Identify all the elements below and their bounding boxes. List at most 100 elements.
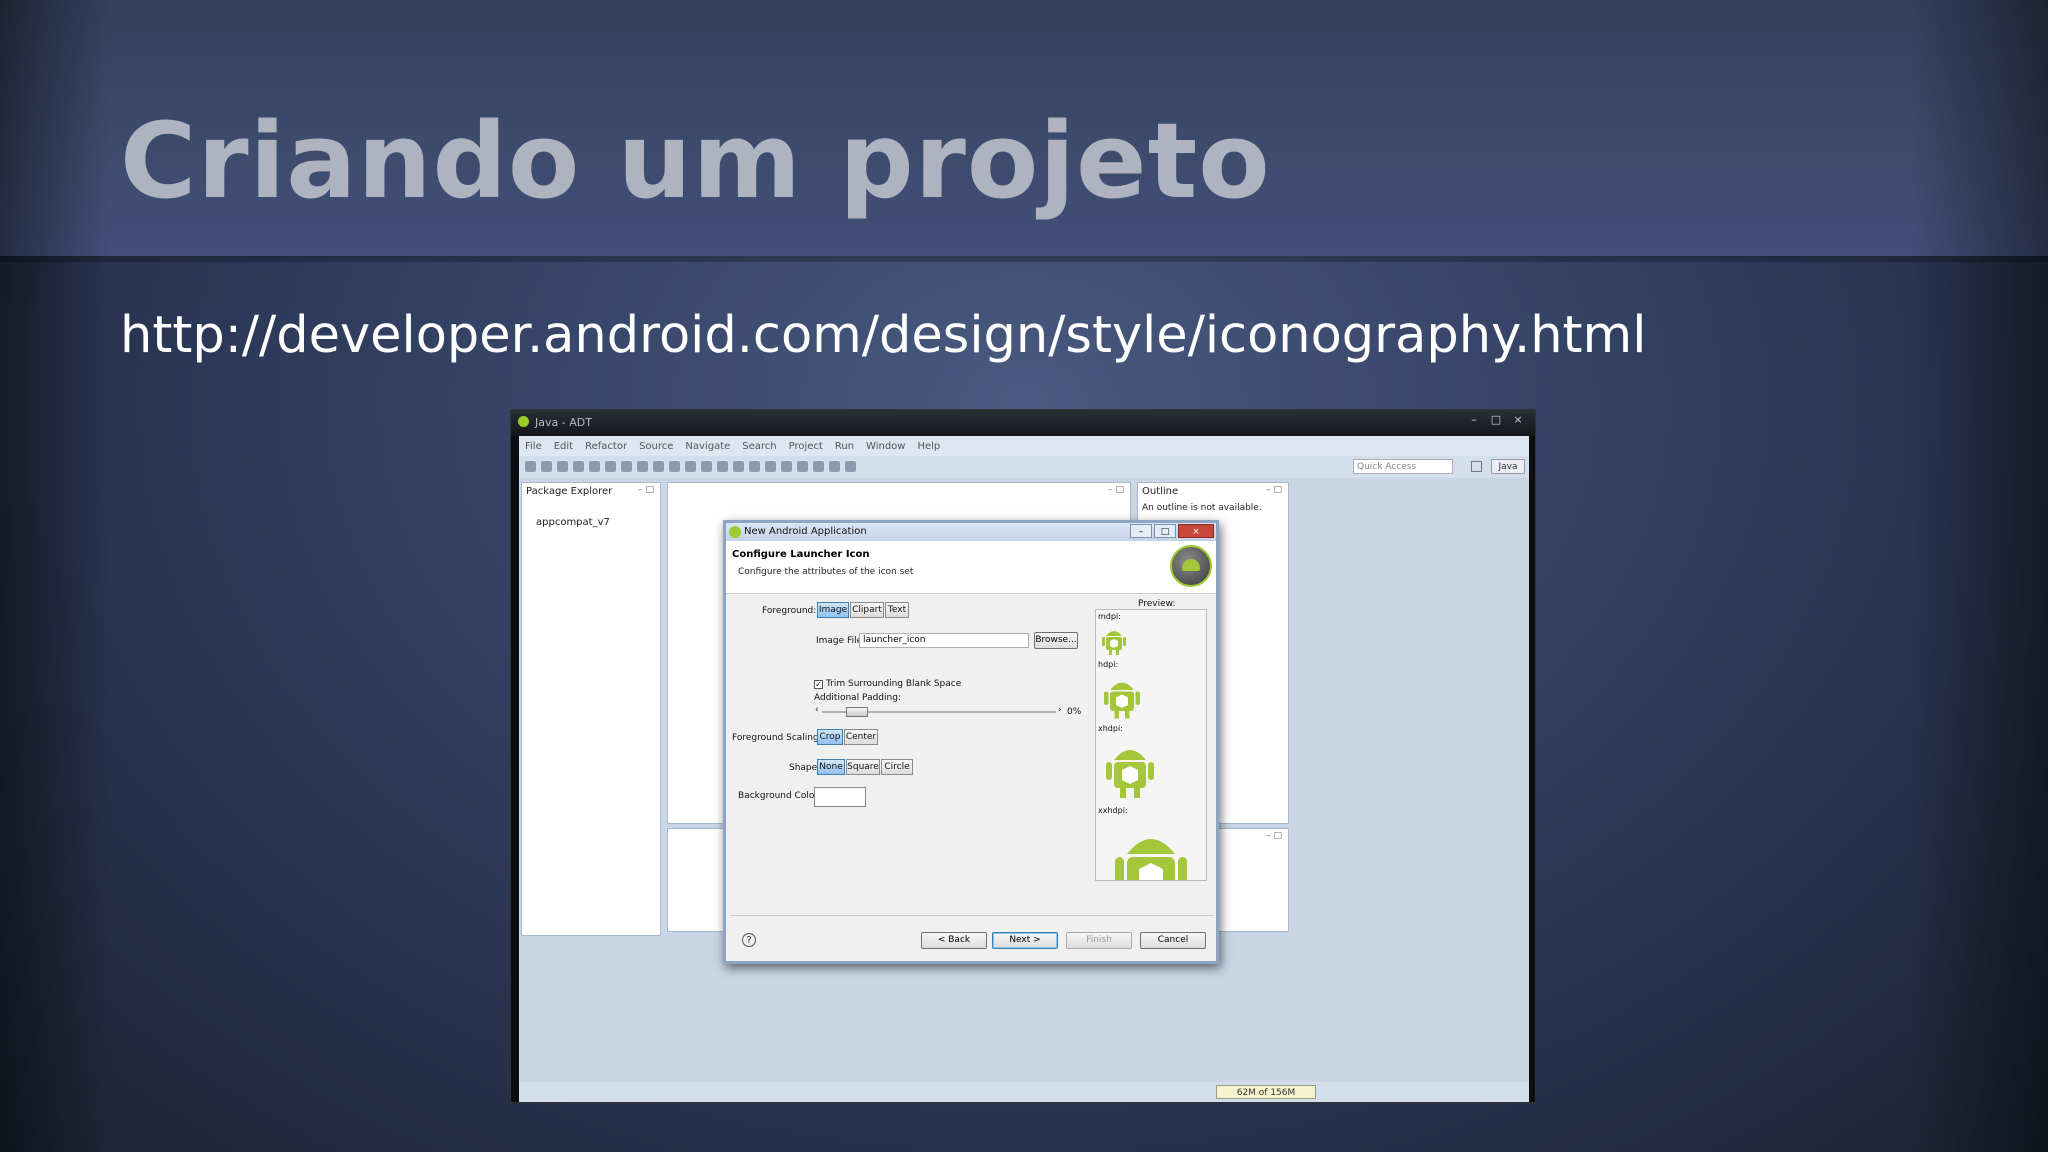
menu-refactor[interactable]: Refactor — [585, 441, 627, 452]
finish-button[interactable]: Finish — [1066, 932, 1132, 949]
browse-button[interactable]: Browse... — [1034, 632, 1078, 649]
density-hdpi-label: hdpi: — [1098, 660, 1119, 669]
left-shade — [0, 0, 110, 1152]
menu-edit[interactable]: Edit — [554, 441, 573, 452]
outline-controls[interactable]: – □ — [1266, 485, 1282, 495]
lint-icon[interactable] — [653, 461, 664, 472]
slider-left-arrow[interactable]: ‹ — [815, 705, 819, 715]
menu-help[interactable]: Help — [917, 441, 940, 452]
debug-icon[interactable] — [685, 461, 696, 472]
external-tools-icon[interactable] — [717, 461, 728, 472]
toolbar-icons — [525, 461, 856, 472]
preview-label: Preview: — [1138, 599, 1176, 609]
adt-icon — [518, 416, 529, 427]
print-icon[interactable] — [573, 461, 584, 472]
outline-tab[interactable]: Outline — [1142, 486, 1178, 497]
new-icon[interactable] — [525, 461, 536, 472]
menu-window[interactable]: Window — [866, 441, 905, 452]
shape-square-toggle[interactable]: Square — [846, 759, 880, 775]
bg-color-swatch[interactable] — [814, 787, 866, 807]
dialog-header-title: Configure Launcher Icon — [732, 549, 870, 560]
package-explorer-tab[interactable]: Package Explorer — [526, 486, 612, 497]
run-icon[interactable] — [701, 461, 712, 472]
avd-manager-icon[interactable] — [637, 461, 648, 472]
android-icon-xxhdpi — [1115, 839, 1187, 880]
tree-item-appcompat[interactable]: appcompat_v7 — [536, 517, 610, 528]
back-button[interactable]: < Back — [921, 932, 987, 949]
image-file-input[interactable]: launcher_icon — [859, 633, 1029, 648]
download-icon[interactable] — [605, 461, 616, 472]
heap-status[interactable]: 62M of 156M — [1216, 1085, 1316, 1099]
search-icon[interactable] — [669, 461, 680, 472]
scaling-crop-toggle[interactable]: Crop — [817, 729, 843, 745]
bg-color-label: Background Color: — [738, 791, 821, 801]
menu-source[interactable]: Source — [639, 441, 673, 452]
android-icon-mdpi — [1102, 631, 1126, 655]
pin-icon[interactable] — [845, 461, 856, 472]
menu-run[interactable]: Run — [835, 441, 854, 452]
menubar: File Edit Refactor Source Navigate Searc… — [519, 436, 1529, 456]
close-button[interactable]: × — [1509, 413, 1527, 427]
new-android-application-dialog: New Android Application – □ × Configure … — [723, 520, 1219, 964]
forward-nav-icon[interactable] — [829, 461, 840, 472]
slider-right-arrow[interactable]: › — [1058, 705, 1062, 715]
maximize-button[interactable]: □ — [1487, 413, 1505, 427]
window-titlebar: Java - ADT – □ × — [511, 410, 1535, 436]
java-perspective-button[interactable]: Java — [1491, 459, 1525, 474]
annotation-icon[interactable] — [797, 461, 808, 472]
menu-project[interactable]: Project — [789, 441, 823, 452]
back-nav-icon[interactable] — [813, 461, 824, 472]
open-type-icon[interactable] — [765, 461, 776, 472]
package-explorer-panel: Package Explorer – □ appcompat_v7 — [521, 482, 661, 936]
icon-preview-panel: mdpi: hdpi: xhdpi: xxhdpi: — [1095, 609, 1207, 881]
trim-checkbox[interactable]: ✓ — [814, 680, 823, 689]
dialog-titlebar: New Android Application – □ × — [726, 523, 1216, 541]
density-mdpi-label: mdpi: — [1098, 612, 1121, 621]
right-shade — [1908, 0, 2048, 1152]
next-button[interactable]: Next > — [992, 932, 1058, 949]
dialog-minimize-button[interactable]: – — [1130, 524, 1152, 538]
new-class-icon[interactable] — [749, 461, 760, 472]
android-logo-icon — [1170, 545, 1212, 587]
density-xhdpi-label: xhdpi: — [1098, 724, 1123, 733]
menu-navigate[interactable]: Navigate — [685, 441, 730, 452]
save-icon[interactable] — [541, 461, 552, 472]
foreground-text-toggle[interactable]: Text — [885, 602, 909, 618]
foreground-label: Foreground: — [762, 606, 817, 616]
shape-circle-toggle[interactable]: Circle — [881, 759, 913, 775]
save-all-icon[interactable] — [557, 461, 568, 472]
dialog-close-button[interactable]: × — [1178, 524, 1214, 538]
image-file-label: Image File: — [816, 636, 866, 646]
minimize-button[interactable]: – — [1465, 413, 1483, 427]
scaling-center-toggle[interactable]: Center — [844, 729, 878, 745]
console-controls[interactable]: – □ — [1266, 831, 1282, 841]
editor-controls[interactable]: – □ — [1108, 485, 1124, 495]
new-package-icon[interactable] — [733, 461, 744, 472]
menu-file[interactable]: File — [525, 441, 542, 452]
open-perspective-icon[interactable] — [1471, 461, 1482, 472]
upload-icon[interactable] — [589, 461, 600, 472]
toolbar: Quick Access Java — [519, 456, 1529, 479]
trim-label: Trim Surrounding Blank Space — [826, 679, 962, 689]
menu-search[interactable]: Search — [742, 441, 776, 452]
padding-label: Additional Padding: — [814, 693, 901, 703]
padding-slider-thumb[interactable] — [846, 707, 868, 717]
statusbar: 62M of 156M — [519, 1082, 1529, 1102]
foreground-image-toggle[interactable]: Image — [817, 602, 849, 618]
cancel-button[interactable]: Cancel — [1140, 932, 1206, 949]
title-band-edge — [0, 256, 2048, 262]
foreground-clipart-toggle[interactable]: Clipart — [850, 602, 884, 618]
help-icon[interactable]: ? — [742, 933, 756, 947]
slide-url: http://developer.android.com/design/styl… — [120, 306, 1647, 365]
android-icon-hdpi — [1104, 682, 1140, 719]
android-sdk-icon[interactable] — [621, 461, 632, 472]
outline-message: An outline is not available. — [1142, 503, 1262, 513]
open-task-icon[interactable] — [781, 461, 792, 472]
panel-controls[interactable]: – □ — [638, 485, 654, 495]
scaling-label: Foreground Scaling: — [732, 733, 822, 743]
dialog-maximize-button[interactable]: □ — [1154, 524, 1176, 538]
shape-none-toggle[interactable]: None — [817, 759, 845, 775]
quick-access-input[interactable]: Quick Access — [1353, 459, 1453, 474]
padding-value: 0% — [1067, 707, 1082, 717]
window-title: Java - ADT — [535, 416, 592, 429]
